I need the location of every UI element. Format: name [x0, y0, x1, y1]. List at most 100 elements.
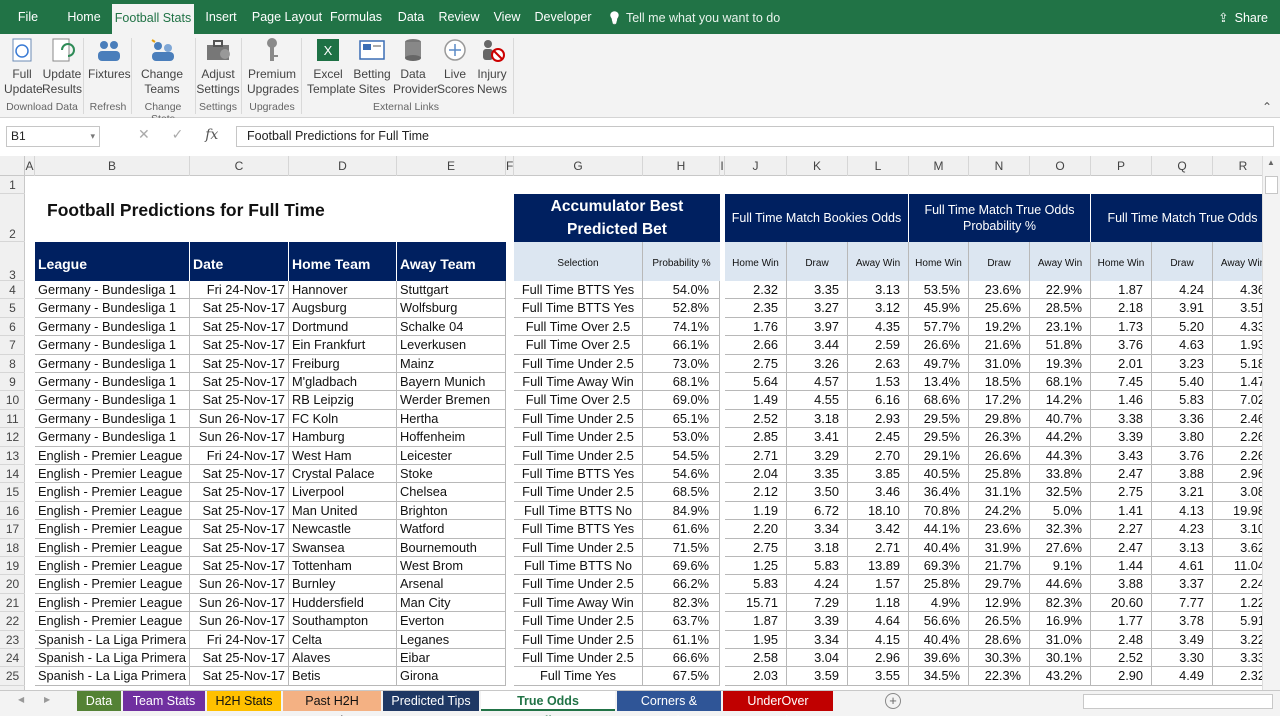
- cell-odds[interactable]: 34.5%: [909, 667, 969, 686]
- cell-odds[interactable]: 23.6%: [969, 520, 1030, 539]
- cell-odds[interactable]: 5.83: [1152, 391, 1213, 410]
- sheet-tab-true-odds-predictor[interactable]: True Odds Predictor: [481, 691, 615, 716]
- column-header-F[interactable]: F: [506, 156, 514, 176]
- cell-odds[interactable]: 2.71: [848, 538, 909, 557]
- cell-away-team[interactable]: Wolfsburg: [397, 299, 506, 318]
- cell-odds[interactable]: 26.3%: [969, 428, 1030, 447]
- cell-selection[interactable]: Full Time Away Win: [514, 373, 643, 392]
- cell-away-team[interactable]: Mainz: [397, 354, 506, 373]
- cell-odds[interactable]: 2.24: [1213, 575, 1262, 594]
- cell-home-team[interactable]: Man United: [289, 501, 397, 521]
- cell-odds[interactable]: 2.58: [725, 649, 787, 668]
- cell-odds[interactable]: 44.2%: [1030, 428, 1091, 447]
- tab-home[interactable]: Home: [62, 0, 106, 34]
- cell-odds[interactable]: 3.88: [1091, 575, 1152, 594]
- cell-away-team[interactable]: Stoke: [397, 465, 506, 484]
- cell-odds[interactable]: 51.8%: [1030, 336, 1091, 355]
- header-draw[interactable]: Draw: [969, 242, 1030, 281]
- row-header-11[interactable]: 11: [0, 410, 25, 429]
- tab-view[interactable]: View: [489, 0, 525, 34]
- scroll-thumb[interactable]: [1265, 176, 1278, 194]
- betting-sites-button[interactable]: Betting Sites: [352, 36, 392, 97]
- cell-odds[interactable]: 2.32: [1213, 667, 1262, 686]
- cell-odds[interactable]: 4.61: [1152, 557, 1213, 576]
- row-header-4[interactable]: 4: [0, 281, 25, 300]
- tell-me-search[interactable]: 💡 Tell me what you want to do: [607, 0, 780, 34]
- header-away-win[interactable]: Away Win: [1213, 242, 1262, 281]
- cell-home-team[interactable]: Burnley: [289, 575, 397, 594]
- cell-odds[interactable]: 25.8%: [969, 465, 1030, 484]
- header-home-win[interactable]: Home Win: [909, 242, 969, 281]
- cell-odds[interactable]: 5.83: [787, 557, 848, 576]
- cell-probability[interactable]: 65.1%: [643, 409, 720, 429]
- cell-probability[interactable]: 66.2%: [643, 575, 720, 594]
- cell-home-team[interactable]: FC Koln: [289, 409, 397, 429]
- sheet-tab-underover-goals[interactable]: UnderOver Goals: [723, 691, 833, 716]
- horizontal-scrollbar[interactable]: [1083, 694, 1273, 709]
- share-button[interactable]: ⇪ Share: [1218, 0, 1268, 34]
- collapse-ribbon-icon[interactable]: ⌃: [1262, 100, 1272, 114]
- cell-odds[interactable]: 7.77: [1152, 593, 1213, 613]
- cell-home-team[interactable]: Newcastle: [289, 520, 397, 539]
- cell-odds[interactable]: 26.6%: [909, 336, 969, 355]
- row-header-18[interactable]: 18: [0, 539, 25, 557]
- cell-odds[interactable]: 4.15: [848, 630, 909, 649]
- cell-odds[interactable]: 1.49: [725, 391, 787, 410]
- cell-odds[interactable]: 15.71: [725, 593, 787, 613]
- cell-odds[interactable]: 4.13: [1152, 501, 1213, 521]
- column-header-O[interactable]: O: [1030, 156, 1091, 176]
- cell-date[interactable]: Fri 24-Nov-17: [190, 446, 289, 465]
- cell-odds[interactable]: 3.18: [787, 409, 848, 429]
- formula-input[interactable]: Football Predictions for Full Time: [236, 126, 1274, 147]
- cell-home-team[interactable]: Dortmund: [289, 317, 397, 337]
- cell-odds[interactable]: 1.87: [1091, 281, 1152, 300]
- cell-odds[interactable]: 36.4%: [909, 483, 969, 502]
- cell-odds[interactable]: 28.5%: [1030, 299, 1091, 318]
- cell-away-team[interactable]: Brighton: [397, 501, 506, 521]
- cell-away-team[interactable]: Man City: [397, 593, 506, 613]
- cell-odds[interactable]: 3.76: [1091, 336, 1152, 355]
- cell-odds[interactable]: 29.5%: [909, 409, 969, 429]
- row-header-10[interactable]: 10: [0, 391, 25, 410]
- cell-probability[interactable]: 68.1%: [643, 373, 720, 392]
- cell-odds[interactable]: 2.04: [725, 465, 787, 484]
- cell-selection[interactable]: Full Time Under 2.5: [514, 649, 643, 668]
- cell-home-team[interactable]: Swansea: [289, 538, 397, 557]
- cell-odds[interactable]: 3.35: [787, 281, 848, 300]
- scroll-up-icon[interactable]: ▲: [1267, 158, 1275, 167]
- cell-selection[interactable]: Full Time Over 2.5: [514, 336, 643, 355]
- cell-odds[interactable]: 56.6%: [909, 612, 969, 631]
- cell-odds[interactable]: 3.37: [1152, 575, 1213, 594]
- cell-home-team[interactable]: Southampton: [289, 612, 397, 631]
- cell-odds[interactable]: 4.49: [1152, 667, 1213, 686]
- cell-odds[interactable]: 2.32: [725, 281, 787, 300]
- cell-odds[interactable]: 1.25: [725, 557, 787, 576]
- cell-odds[interactable]: 29.1%: [909, 446, 969, 465]
- cell-odds[interactable]: 1.77: [1091, 612, 1152, 631]
- column-header-G[interactable]: G: [514, 156, 643, 176]
- cell-odds[interactable]: 3.26: [787, 354, 848, 373]
- cell-league[interactable]: English - Premier League: [35, 520, 190, 539]
- cell-date[interactable]: Sat 25-Nov-17: [190, 373, 289, 392]
- row-header-24[interactable]: 24: [0, 649, 25, 668]
- cell-away-team[interactable]: Girona: [397, 667, 506, 686]
- cell-odds[interactable]: 21.7%: [969, 557, 1030, 576]
- cell-league[interactable]: Germany - Bundesliga 1: [35, 281, 190, 300]
- cell-odds[interactable]: 18.5%: [969, 373, 1030, 392]
- tab-page-layout[interactable]: Page Layout: [248, 0, 326, 34]
- insert-function-icon[interactable]: fx: [205, 127, 218, 143]
- cell-probability[interactable]: 53.0%: [643, 428, 720, 447]
- cell-odds[interactable]: 4.33: [1213, 318, 1262, 337]
- cell-date[interactable]: Fri 24-Nov-17: [190, 630, 289, 649]
- cell-odds[interactable]: 4.35: [848, 317, 909, 337]
- cell-selection[interactable]: Full Time Under 2.5: [514, 575, 643, 594]
- header-draw[interactable]: Draw: [1152, 242, 1213, 281]
- column-header-P[interactable]: P: [1091, 156, 1152, 176]
- cell-odds[interactable]: 31.1%: [969, 483, 1030, 502]
- cell-odds[interactable]: 2.90: [1091, 667, 1152, 686]
- cell-odds[interactable]: 29.7%: [969, 575, 1030, 594]
- column-header-B[interactable]: B: [35, 156, 190, 176]
- row-header-16[interactable]: 16: [0, 502, 25, 521]
- cell-odds[interactable]: 82.3%: [1030, 593, 1091, 613]
- cell-date[interactable]: Sat 25-Nov-17: [190, 520, 289, 539]
